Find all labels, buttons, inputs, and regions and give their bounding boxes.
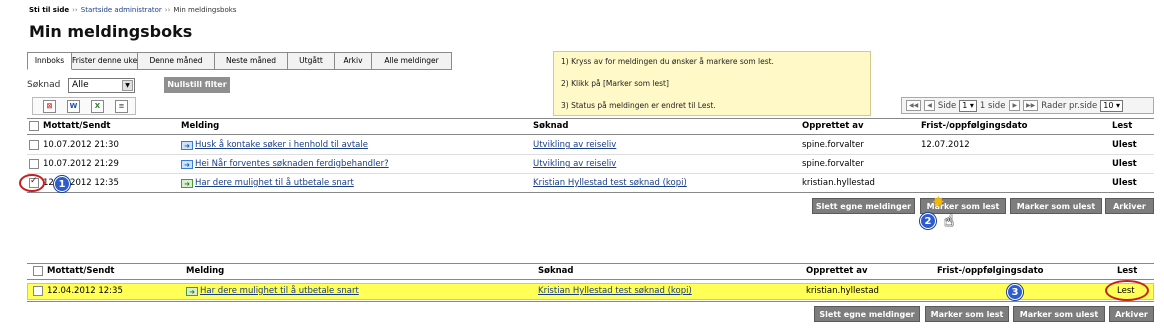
hand-cursor-icon: ☝ — [944, 211, 954, 230]
application-filter-select[interactable]: Alle ▼ — [68, 78, 135, 93]
row-application-link[interactable]: Utvikling av reiseliv — [533, 140, 616, 150]
message-icon: ➜ — [181, 160, 193, 169]
result-table-header-border — [27, 279, 1154, 280]
instruction-step-1: 1) Kryss av for meldingen du ønsker å ma… — [561, 57, 774, 66]
excel-icon[interactable]: X — [91, 100, 104, 113]
row-created-by: kristian.hyllestad — [806, 286, 879, 296]
col-header-date[interactable]: Mottatt/Sendt — [47, 266, 114, 276]
row-created-by: spine.forvalter — [802, 159, 864, 169]
row-status: Ulest — [1112, 140, 1137, 150]
col-header-read[interactable]: Lest — [1117, 266, 1137, 276]
col-header-date[interactable]: Mottatt/Sendt — [43, 121, 110, 131]
table-bottom-border — [27, 192, 1154, 193]
instruction-step-2: 2) Klikk på [Marker som lest] — [561, 79, 669, 88]
step-1-badge: 1 — [54, 176, 70, 192]
col-header-read[interactable]: Lest — [1112, 121, 1132, 131]
row-application-link[interactable]: Utvikling av reiseliv — [533, 159, 616, 169]
filter-select-value: Alle — [72, 80, 89, 90]
row-application-link[interactable]: Kristian Hyllestad test søknad (kopi) — [533, 178, 687, 188]
row-message[interactable]: ➜ Hei Når forventes søknaden ferdigbehand… — [181, 159, 389, 169]
delete-own-messages-button[interactable]: Slett egne meldinger — [814, 306, 920, 322]
mark-unread-button[interactable]: Marker som ulest — [1010, 198, 1102, 214]
tab-bar: Innboks Frister denne uke Denne måned Ne… — [27, 52, 452, 70]
export-toolbar: ⊠ W X ≡ — [32, 97, 136, 115]
reply-message-icon: ➜ — [186, 287, 198, 296]
mark-unread-button[interactable]: Marker som ulest — [1013, 306, 1105, 322]
row-message[interactable]: ➜ Har dere mulighet til å utbetale snart — [181, 178, 354, 188]
col-header-created-by[interactable]: Opprettet av — [802, 121, 864, 131]
step-3-badge: 3 — [1007, 284, 1023, 300]
pager-total: 1 side — [979, 100, 1006, 111]
filter-label: Søknad — [27, 80, 61, 90]
message-icon: ➜ — [181, 141, 193, 150]
table-header-border — [27, 134, 1154, 135]
tab-utgatt[interactable]: Utgått — [288, 52, 335, 70]
word-icon[interactable]: W — [67, 100, 80, 113]
row-checkbox[interactable] — [33, 286, 43, 296]
click-spark-icon: ✸ — [932, 193, 945, 211]
breadcrumb-link-admin[interactable]: Startside administrator — [81, 6, 162, 14]
breadcrumb-home: Sti til side — [29, 6, 70, 14]
col-header-application[interactable]: Søknad — [538, 266, 574, 276]
row-checkbox[interactable] — [29, 140, 39, 150]
row-divider — [27, 173, 1154, 174]
archive-button[interactable]: Arkiver — [1109, 306, 1154, 322]
tab-innboks[interactable]: Innboks — [27, 52, 72, 70]
table-top-border — [27, 118, 1154, 119]
reply-message-icon: ➜ — [181, 179, 193, 188]
row-date: 12.04.2012 12:35 — [47, 286, 123, 296]
row-created-by: spine.forvalter — [802, 140, 864, 150]
col-header-deadline[interactable]: Frist-/oppfølgingsdato — [937, 266, 1044, 276]
pdf-icon[interactable]: ⊠ — [43, 100, 56, 113]
instruction-step-3: 3) Status på meldingen er endret til Les… — [561, 101, 716, 110]
archive-button[interactable]: Arkiver — [1105, 198, 1154, 214]
page-select[interactable]: 1 ▾ — [959, 99, 977, 112]
row-deadline: 12.07.2012 — [921, 140, 970, 150]
mark-read-button[interactable]: Marker som lest — [925, 306, 1009, 322]
prev-page-icon[interactable]: ◀ — [924, 100, 935, 111]
tab-denne-maned[interactable]: Denne måned — [138, 52, 215, 70]
col-header-deadline[interactable]: Frist-/oppfølgingsdato — [921, 121, 1028, 131]
row-status: Ulest — [1112, 159, 1137, 169]
tab-arkiv[interactable]: Arkiv — [335, 52, 372, 70]
chevron-down-icon: ▼ — [122, 80, 133, 91]
delete-own-messages-button[interactable]: Slett egne meldinger — [812, 198, 915, 214]
result-table-top-border — [27, 263, 1154, 264]
instructions-box: 1) Kryss av for meldingen du ønsker å ma… — [553, 51, 871, 116]
row-message[interactable]: ➜ Har dere mulighet til å utbetale snart — [186, 286, 359, 296]
tab-alle-meldinger[interactable]: Alle meldinger — [372, 52, 452, 70]
next-page-icon[interactable]: ▶ — [1009, 100, 1021, 111]
row-message[interactable]: ➜ Husk å kontake søker i henhold til avta… — [181, 140, 368, 150]
col-header-created-by[interactable]: Opprettet av — [806, 266, 868, 276]
col-header-message[interactable]: Melding — [181, 121, 219, 131]
result-table-bottom-border — [27, 301, 1154, 302]
select-all-checkbox[interactable] — [29, 121, 39, 131]
row-date: 10.07.2012 21:30 — [43, 140, 119, 150]
step-2-badge: 2 — [920, 213, 936, 229]
row-divider — [27, 154, 1154, 155]
row-application-link[interactable]: Kristian Hyllestad test søknad (kopi) — [538, 286, 692, 296]
highlight-ring — [19, 174, 45, 192]
rows-per-page-label: Rader pr.side — [1041, 100, 1098, 111]
breadcrumb-current: Min meldingsboks — [173, 6, 237, 14]
page-title: Min meldingsboks — [29, 22, 193, 41]
first-page-icon[interactable]: ◀◀ — [906, 100, 922, 111]
row-checkbox[interactable] — [29, 159, 39, 169]
select-all-checkbox[interactable] — [33, 266, 43, 276]
row-status: Ulest — [1112, 178, 1137, 188]
rows-per-page-select[interactable]: 10 ▾ — [1100, 99, 1124, 112]
col-header-application[interactable]: Søknad — [533, 121, 569, 131]
tab-neste-maned[interactable]: Neste måned — [215, 52, 288, 70]
reset-filter-button[interactable]: Nullstill filter — [164, 77, 230, 93]
breadcrumb: Sti til side ›› Startside administrator ›› M… — [29, 6, 237, 14]
row-created-by: kristian.hyllestad — [802, 178, 875, 188]
tab-frister-denne-uke[interactable]: Frister denne uke — [72, 52, 138, 70]
highlight-ring — [1105, 280, 1149, 301]
pager-side-label: Side — [937, 100, 957, 111]
csv-icon[interactable]: ≡ — [115, 100, 128, 113]
row-date: 10.07.2012 21:29 — [43, 159, 119, 169]
pager: ◀◀ ◀ Side 1 ▾ 1 side ▶ ▶▶ Rader pr.side … — [901, 97, 1154, 114]
col-header-message[interactable]: Melding — [186, 266, 224, 276]
last-page-icon[interactable]: ▶▶ — [1023, 100, 1039, 111]
